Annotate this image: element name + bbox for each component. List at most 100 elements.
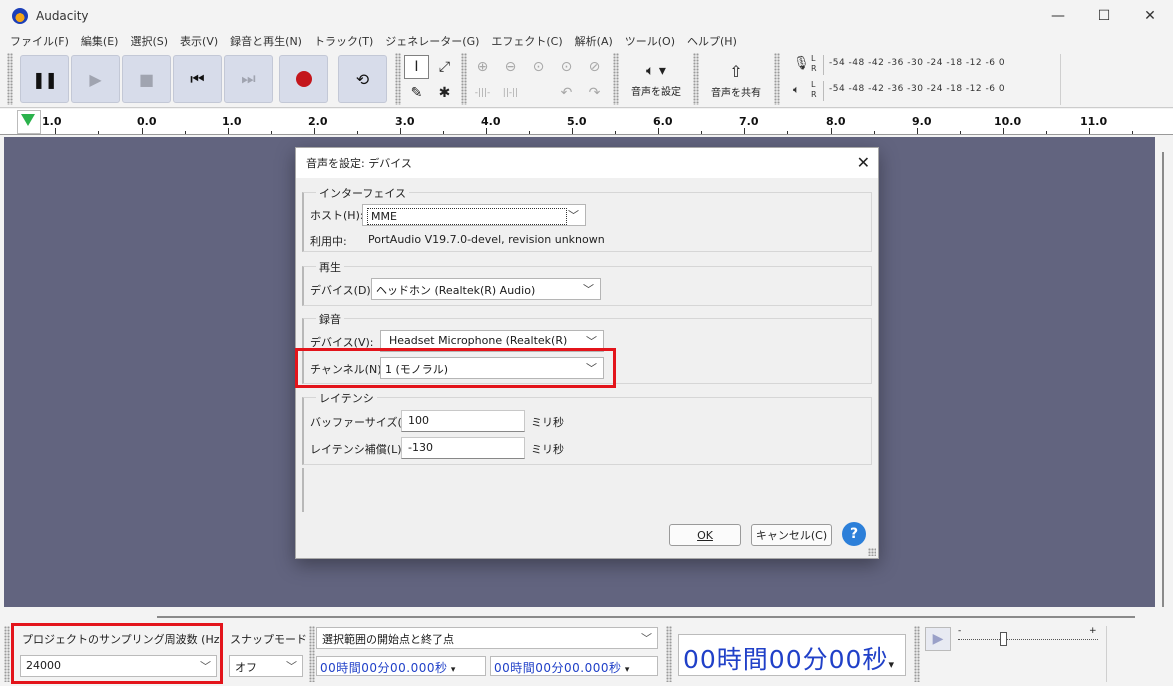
timeline-ruler[interactable]: 1.0 0.0 1.0 2.0 3.0 4.0 5.0 6.0 7.0 8.0 … [0, 109, 1173, 135]
menu-transport[interactable]: 録音と再生(N) [230, 33, 302, 49]
ruler-tick [314, 128, 315, 134]
ruler-tick [486, 128, 487, 134]
resize-grip-icon[interactable] [868, 548, 876, 556]
audio-setup-grip[interactable] [613, 53, 619, 105]
host-select[interactable]: MME ﹀ [362, 204, 586, 226]
playback-meter-scale: -54 -48 -42 -36 -30 -24 -18 -12 -6 0 [829, 84, 1006, 94]
snap-select[interactable]: オフ ﹀ [229, 655, 303, 677]
meter-grip[interactable] [774, 53, 780, 105]
share-grip[interactable] [693, 53, 699, 105]
playback-meter[interactable]: 🔈︎ L R -54 -48 -42 -36 -30 -24 -18 -12 -… [793, 80, 1058, 102]
caret-down-icon: ▾ [621, 665, 630, 675]
dialog-close-button[interactable]: ✕ [857, 153, 870, 172]
menu-view[interactable]: 表示(V) [180, 33, 218, 49]
stop-button[interactable]: ■ [122, 55, 171, 103]
audio-setup-button[interactable]: 🔈︎ ▾ 音声を設定 [622, 57, 690, 103]
buffer-size-input[interactable]: 100 [401, 410, 525, 432]
ok-button[interactable]: OK [669, 524, 741, 546]
fit-selection-button[interactable]: ⊙ [526, 55, 551, 79]
ruler-tick [357, 131, 358, 134]
playback-group-label: 再生 [316, 259, 344, 275]
buffer-size-unit: ミリ秒 [531, 416, 564, 429]
snap-value: オフ [235, 661, 257, 674]
chevron-down-icon: ﹀ [568, 209, 579, 222]
pencil-icon: ✎ [410, 85, 423, 101]
menu-help[interactable]: ヘルプ(H) [687, 33, 737, 49]
interface-group: インターフェイス ホスト(H): MME ﹀ 利用中: PortAudio V1… [302, 185, 872, 252]
menu-analyze[interactable]: 解析(A) [575, 33, 613, 49]
play-button[interactable]: ▶ [71, 55, 120, 103]
zoom-out-button[interactable]: ⊖ [498, 55, 523, 79]
share-audio-button[interactable]: ⇧ 音声を共有 [702, 57, 770, 103]
maximize-button[interactable]: ☐ [1081, 0, 1127, 31]
latency-group-label: レイテンシ [316, 390, 377, 406]
close-window-button[interactable]: ✕ [1127, 0, 1173, 31]
menu-generate[interactable]: ジェネレーター(G) [385, 33, 479, 49]
latency-compensation-input[interactable]: -130 [401, 437, 525, 459]
loop-button[interactable]: ⟲ [338, 55, 387, 103]
menu-effect[interactable]: エフェクト(C) [491, 33, 562, 49]
selection-end-value: 00時間00分00.000秒 [494, 661, 622, 675]
zoom-toggle-button[interactable]: ⊘ [582, 55, 607, 79]
horizontal-scroll-thumb[interactable] [157, 616, 1135, 618]
speed-min-icon: - [958, 626, 962, 636]
ruler-label: 0.0 [137, 115, 157, 128]
selection-tool[interactable]: I [404, 55, 429, 79]
chevron-down-icon: ﹀ [583, 283, 594, 296]
vertical-scrollbar[interactable] [1157, 137, 1171, 607]
vertical-scroll-thumb[interactable] [1162, 152, 1164, 607]
multi-tool[interactable]: ✱ [432, 81, 457, 105]
menu-select[interactable]: 選択(S) [130, 33, 168, 49]
redo-button[interactable]: ↷ [582, 81, 607, 105]
selection-start-time[interactable]: 00時間00分00.000秒 ▾ [316, 656, 486, 676]
selection-mode-select[interactable]: 選択範囲の開始点と終了点 ﹀ [316, 627, 658, 649]
speed-slider-track[interactable] [958, 639, 1098, 640]
tools-grip[interactable] [395, 53, 401, 105]
menu-file[interactable]: ファイル(F) [10, 33, 69, 49]
bottom-grip[interactable] [4, 626, 10, 682]
selection-grip[interactable] [309, 626, 315, 682]
help-button[interactable]: ? [842, 522, 866, 546]
envelope-tool[interactable]: ⤢ [432, 55, 457, 79]
close-icon: ✕ [856, 153, 870, 172]
selection-end-time[interactable]: 00時間00分00.000秒 ▾ [490, 656, 658, 676]
ruler-tick [185, 131, 186, 134]
undo-button[interactable]: ↶ [554, 81, 579, 105]
ruler-label: 10.0 [994, 115, 1022, 128]
toolbar-grip[interactable] [7, 53, 13, 105]
time-grip[interactable] [666, 626, 672, 682]
silence-button[interactable]: ||-|| [498, 81, 523, 105]
pause-button[interactable]: ❚❚ [20, 55, 69, 103]
cancel-button[interactable]: キャンセル(C) [751, 524, 832, 546]
audio-position-time[interactable]: 00時間00分00秒▾ [678, 634, 906, 676]
edit-grip[interactable] [461, 53, 467, 105]
draw-tool[interactable]: ✎ [404, 81, 429, 105]
menu-edit[interactable]: 編集(E) [81, 33, 119, 49]
caret-down-icon: ▾ [888, 658, 895, 671]
menu-tracks[interactable]: トラック(T) [314, 33, 373, 49]
play-at-speed-button[interactable]: ▶ [925, 627, 951, 651]
playback-device-select[interactable]: ヘッドホン (Realtek(R) Audio) ﹀ [371, 278, 601, 300]
snap-label: スナップモード [230, 633, 307, 646]
skip-to-end-button[interactable]: ⏭ [224, 55, 273, 103]
play-icon: ▶ [932, 631, 944, 647]
record-meter-scale: -54 -48 -42 -36 -30 -24 -18 -12 -6 0 [829, 58, 1006, 68]
ibeam-icon: I [414, 59, 419, 75]
ruler-tick [831, 128, 832, 134]
selection-start-value: 00時間00分00.000秒 [320, 661, 448, 675]
speed-grip[interactable] [914, 626, 920, 682]
highlight-box [295, 348, 616, 388]
speed-slider-thumb[interactable] [1000, 632, 1007, 646]
menu-tools[interactable]: ツール(O) [625, 33, 675, 49]
trim-button[interactable]: -|||- [470, 81, 495, 105]
speaker-meter-icon: 🔈︎ [793, 83, 800, 96]
zoom-in-button[interactable]: ⊕ [470, 55, 495, 79]
ruler-tick [1132, 131, 1133, 134]
fit-project-button[interactable]: ⊙ [554, 55, 579, 79]
skip-to-start-button[interactable]: ⏮ [173, 55, 222, 103]
horizontal-scrollbar[interactable] [0, 608, 1173, 622]
minimize-button[interactable]: — [1035, 0, 1081, 31]
highlight-box [11, 623, 223, 684]
record-meter[interactable]: 🎙︎ L R -54 -48 -42 -36 -30 -24 -18 -12 -… [793, 54, 1058, 76]
record-button[interactable] [279, 55, 328, 103]
